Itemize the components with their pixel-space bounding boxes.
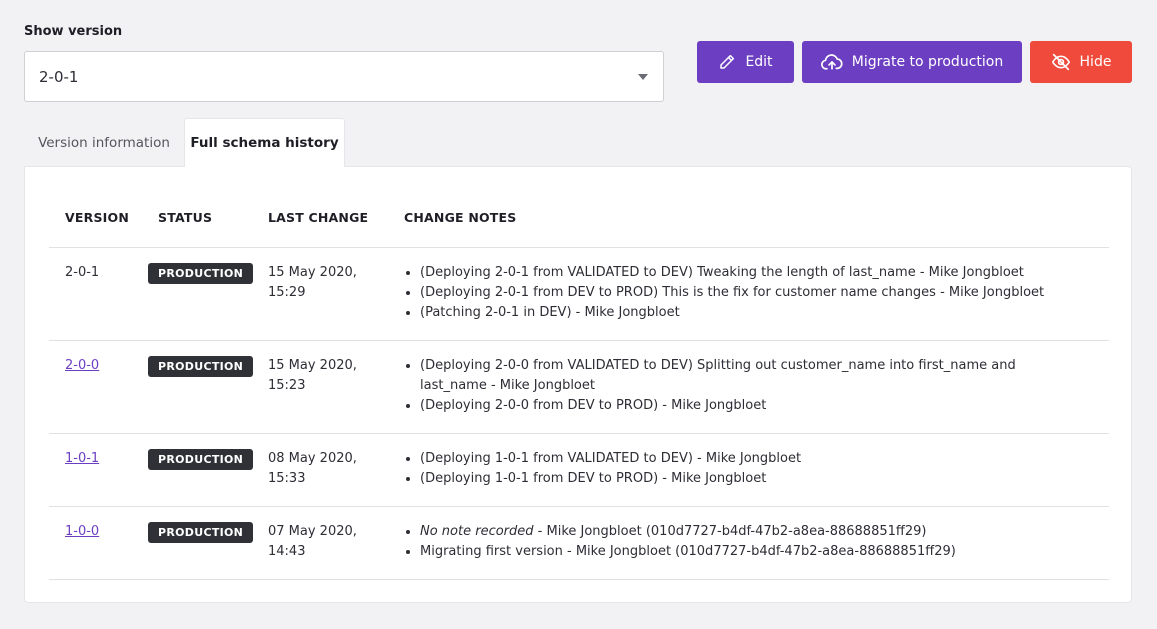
note-item: No note recorded - Mike Jongbloet (010d7…: [404, 522, 1064, 542]
change-notes: No note recorded - Mike Jongbloet (010d7…: [404, 522, 1064, 562]
hide-button-label: Hide: [1079, 54, 1112, 70]
last-change-time: 15:23: [268, 378, 306, 393]
note-item: (Deploying 1-0-1 from DEV to PROD) - Mik…: [404, 469, 1064, 489]
note-item: (Deploying 2-0-0 from VALIDATED to DEV) …: [404, 356, 1064, 396]
version-link-1-0-0[interactable]: 1-0-0: [65, 522, 99, 542]
change-notes: (Deploying 2-0-0 from VALIDATED to DEV) …: [404, 356, 1064, 416]
version-cell: 2-0-1: [65, 265, 100, 280]
header-change-notes: CHANGE NOTES: [404, 210, 517, 225]
version-select[interactable]: 2-0-1: [24, 51, 664, 102]
note-item: (Deploying 2-0-1 from VALIDATED to DEV) …: [404, 263, 1064, 283]
divider: [49, 579, 1109, 580]
last-change-time: 15:33: [268, 471, 306, 486]
status-badge: PRODUCTION: [148, 449, 254, 470]
eye-off-icon: [1051, 53, 1071, 71]
show-version-label: Show version: [24, 24, 123, 39]
header-version: VERSION: [65, 210, 129, 225]
divider: [49, 340, 1109, 341]
note-text: - Mike Jongbloet (010d7727-b4df-47b2-a8e…: [533, 524, 927, 539]
divider: [49, 433, 1109, 434]
last-change-date: 07 May 2020,: [268, 524, 357, 539]
divider: [49, 247, 1109, 248]
note-text: (Deploying 2-0-0 from VALIDATED to DEV) …: [420, 358, 1016, 373]
divider: [49, 506, 1109, 507]
pencil-icon: [718, 53, 736, 71]
cloud-upload-icon: [820, 53, 843, 71]
note-item: Migrating first version - Mike Jongbloet…: [404, 542, 1064, 562]
note-item: (Deploying 2-0-0 from DEV to PROD) - Mik…: [404, 396, 1064, 416]
migrate-button-label: Migrate to production: [851, 54, 1004, 70]
tab-version-information-label: Version information: [38, 134, 170, 151]
edit-button[interactable]: Edit: [697, 41, 794, 83]
schema-history-panel: VERSION STATUS LAST CHANGE CHANGE NOTES …: [24, 166, 1132, 603]
note-item: (Patching 2-0-1 in DEV) - Mike Jongbloet: [404, 303, 1064, 323]
migrate-to-production-button[interactable]: Migrate to production: [802, 41, 1022, 83]
version-link-2-0-0[interactable]: 2-0-0: [65, 356, 99, 376]
note-item: (Deploying 2-0-1 from DEV to PROD) This …: [404, 283, 1064, 303]
hide-button[interactable]: Hide: [1030, 41, 1132, 83]
version-link-1-0-1[interactable]: 1-0-1: [65, 449, 99, 469]
tab-version-information[interactable]: Version information: [24, 118, 184, 167]
note-item: (Deploying 1-0-1 from VALIDATED to DEV) …: [404, 449, 1064, 469]
edit-button-label: Edit: [745, 54, 773, 70]
note-text-continued: last_name - Mike Jongbloet: [420, 378, 595, 393]
change-notes: (Deploying 1-0-1 from VALIDATED to DEV) …: [404, 449, 1064, 489]
last-change-time: 15:29: [268, 285, 306, 300]
status-badge: PRODUCTION: [148, 522, 254, 543]
status-badge: PRODUCTION: [148, 356, 254, 377]
header-last-change: LAST CHANGE: [268, 210, 369, 225]
status-badge: PRODUCTION: [148, 263, 254, 284]
header-status: STATUS: [158, 210, 213, 225]
chevron-down-icon: [638, 74, 648, 80]
last-change-date: 15 May 2020,: [268, 265, 357, 280]
tab-full-schema-history[interactable]: Full schema history: [184, 118, 345, 167]
tab-full-schema-history-label: Full schema history: [190, 135, 339, 151]
no-note-recorded-text: No note recorded: [420, 524, 534, 539]
last-change-time: 14:43: [268, 544, 306, 559]
change-notes: (Deploying 2-0-1 from VALIDATED to DEV) …: [404, 263, 1064, 323]
last-change-date: 15 May 2020,: [268, 358, 357, 373]
version-select-value: 2-0-1: [39, 67, 79, 86]
last-change-date: 08 May 2020,: [268, 451, 357, 466]
